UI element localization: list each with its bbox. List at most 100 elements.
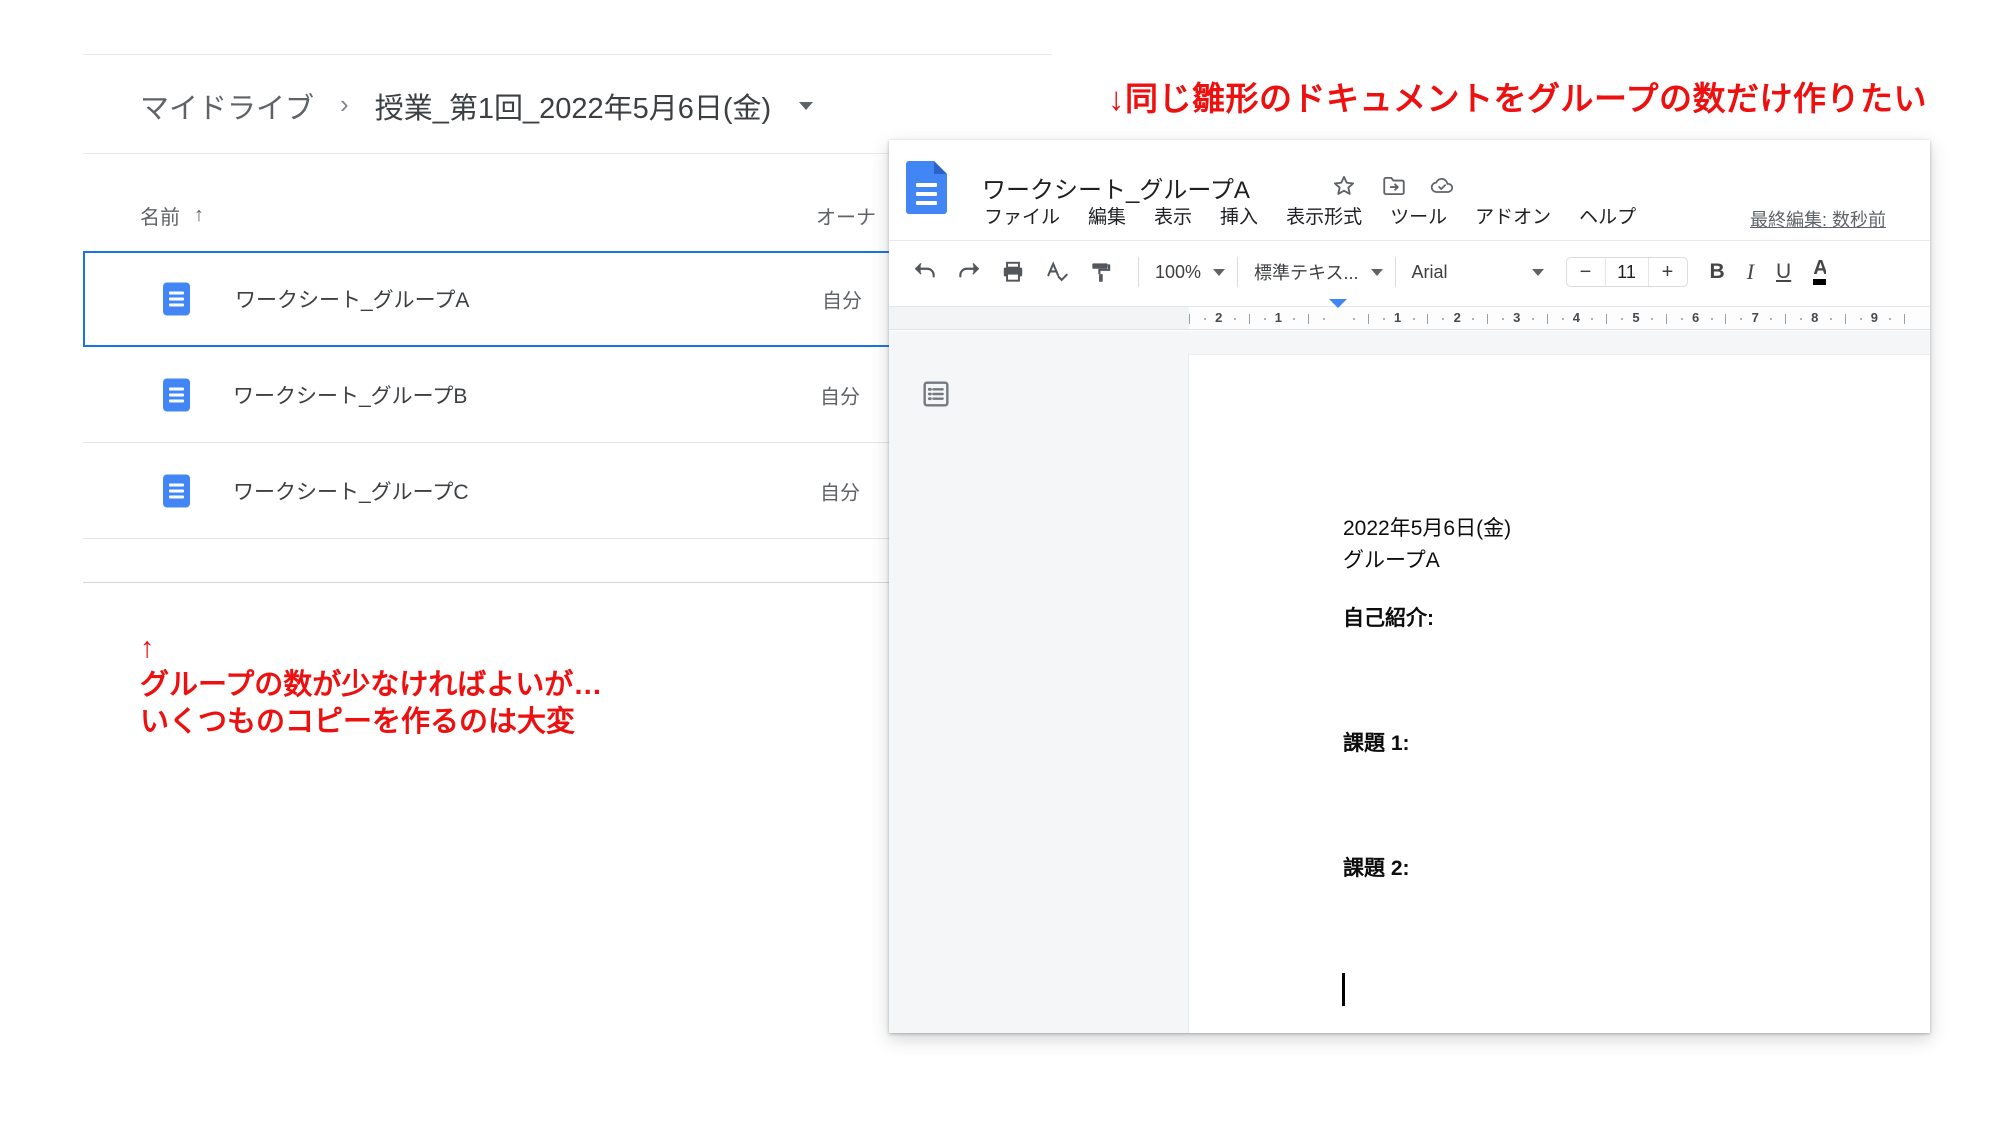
doc-text-task2: 課題 2: xyxy=(1343,852,1410,882)
document-page[interactable]: 2022年5月6日(金) グループA 自己紹介: 課題 1: 課題 2: xyxy=(1189,355,1930,1033)
ruler-tick xyxy=(1368,314,1369,324)
font-family-select[interactable]: Arial xyxy=(1412,262,1544,283)
print-icon[interactable] xyxy=(1000,259,1026,285)
ruler-tick xyxy=(1487,314,1488,324)
ruler-dot xyxy=(1889,318,1891,320)
file-name[interactable]: ワークシート_グループB xyxy=(233,380,467,410)
ruler-number: 9 xyxy=(1871,310,1878,325)
ruler-tick xyxy=(1904,314,1905,324)
ruler-number: 5 xyxy=(1632,310,1639,325)
indent-marker-icon[interactable] xyxy=(1329,308,1347,326)
file-owner: 自分 xyxy=(822,285,862,314)
menu-表示形式[interactable]: 表示形式 xyxy=(1286,202,1362,229)
menu-ヘルプ[interactable]: ヘルプ xyxy=(1579,202,1636,229)
file-name[interactable]: ワークシート_グループC xyxy=(233,476,469,506)
toolbar-divider xyxy=(1237,257,1238,287)
menu-ファイル[interactable]: ファイル xyxy=(984,202,1060,229)
menu-アドオン[interactable]: アドオン xyxy=(1475,202,1551,229)
breadcrumb-my-drive[interactable]: マイドライブ xyxy=(140,85,314,127)
document-title[interactable]: ワークシート_グループA xyxy=(982,170,1250,205)
spellcheck-icon[interactable] xyxy=(1044,259,1070,285)
document-area: 2022年5月6日(金) グループA 自己紹介: 課題 1: 課題 2: xyxy=(889,331,1930,1033)
text-color-button-clipped[interactable]: A xyxy=(1813,257,1826,287)
menu-表示[interactable]: 表示 xyxy=(1154,202,1192,229)
undo-icon[interactable] xyxy=(912,259,938,285)
menu-編集[interactable]: 編集 xyxy=(1088,202,1126,229)
ruler-dot xyxy=(1472,318,1474,320)
increase-font-size-button[interactable]: + xyxy=(1649,261,1687,284)
annotation-want-copies: ↓同じ雛形のドキュメントをグループの数だけ作りたい xyxy=(1108,72,1927,120)
paragraph-style-select[interactable]: 標準テキス... xyxy=(1254,259,1382,285)
ruler-margin-area xyxy=(889,307,1189,329)
paint-format-icon[interactable] xyxy=(1088,259,1114,285)
column-name-sort[interactable]: 名前 ↑ xyxy=(140,201,204,230)
ruler-number: 1 xyxy=(1394,310,1401,325)
menu-ツール[interactable]: ツール xyxy=(1390,202,1447,229)
ruler-tick xyxy=(1785,314,1786,324)
ruler-tick xyxy=(1189,314,1190,324)
ruler-number: 2 xyxy=(1454,310,1461,325)
toolbar-divider xyxy=(1138,257,1139,287)
ruler-tick xyxy=(1547,314,1548,324)
ruler-number: 2 xyxy=(1215,310,1222,325)
annotation-line-1: グループの数が少なければよいが… xyxy=(140,667,602,704)
ruler-number: 1 xyxy=(1275,310,1282,325)
document-outline-icon[interactable] xyxy=(920,378,952,410)
google-docs-file-icon xyxy=(163,378,190,411)
ruler-tick xyxy=(1308,314,1309,324)
font-value: Arial xyxy=(1412,262,1448,283)
chevron-down-icon xyxy=(1213,269,1225,276)
zoom-select[interactable]: 100% xyxy=(1155,262,1225,283)
ruler-tick xyxy=(1249,314,1250,324)
doc-text-task1: 課題 1: xyxy=(1343,727,1410,757)
breadcrumb: マイドライブ › 授業_第1回_2022年5月6日(金) xyxy=(140,85,813,127)
font-size-value[interactable]: 11 xyxy=(1605,258,1649,286)
ruler-dot xyxy=(1532,318,1534,320)
breadcrumb-current-folder[interactable]: 授業_第1回_2022年5月6日(金) xyxy=(375,85,771,127)
ruler-number: 8 xyxy=(1811,310,1818,325)
doc-text-date: 2022年5月6日(金) xyxy=(1343,512,1511,542)
last-edit-link[interactable]: 最終編集: 数秒前 xyxy=(1750,206,1886,232)
ruler-tick xyxy=(1606,314,1607,324)
italic-button[interactable]: I xyxy=(1747,259,1754,285)
ruler-tick xyxy=(1427,314,1428,324)
file-owner: 自分 xyxy=(820,380,860,409)
chevron-down-icon xyxy=(1532,269,1544,276)
ruler-dot xyxy=(1442,318,1444,320)
ruler-dot xyxy=(1770,318,1772,320)
file-owner: 自分 xyxy=(820,476,860,505)
ruler-dot xyxy=(1740,318,1742,320)
decrease-font-size-button[interactable]: − xyxy=(1567,261,1605,284)
google-docs-logo-icon[interactable] xyxy=(906,161,947,214)
cloud-saved-icon[interactable] xyxy=(1429,173,1455,199)
ruler-dot xyxy=(1234,318,1236,320)
ruler-dot xyxy=(1681,318,1683,320)
annotation-line-2: いくつものコピーを作るのは大変 xyxy=(140,704,602,741)
ruler-dot xyxy=(1413,318,1415,320)
ruler-dot xyxy=(1800,318,1802,320)
ruler-number: 3 xyxy=(1513,310,1520,325)
underline-button[interactable]: U xyxy=(1776,260,1791,284)
menu-挿入[interactable]: 挿入 xyxy=(1220,202,1258,229)
ruler-dot xyxy=(1591,318,1593,320)
move-to-folder-icon[interactable] xyxy=(1381,173,1407,199)
toolbar-divider xyxy=(1395,257,1396,287)
redo-icon[interactable] xyxy=(956,259,982,285)
docs-window: ワークシート_グループA ファイル 編集 表示 挿入 表示形式 ツール アドオン ヘルプ 最終… xyxy=(889,140,1930,1033)
chevron-down-icon xyxy=(1371,269,1383,276)
font-size-stepper: − 11 + xyxy=(1566,257,1688,287)
ruler-number: 7 xyxy=(1752,310,1759,325)
star-icon[interactable] xyxy=(1331,173,1357,199)
bold-button[interactable]: B xyxy=(1710,260,1725,284)
ruler-dot xyxy=(1383,318,1385,320)
ruler-dot xyxy=(1323,318,1325,320)
ruler-tick xyxy=(1666,314,1667,324)
doc-text-intro: 自己紹介: xyxy=(1343,602,1434,632)
folder-actions-caret-icon[interactable] xyxy=(799,102,813,110)
ruler-dot xyxy=(1830,318,1832,320)
zoom-value: 100% xyxy=(1155,262,1201,283)
style-value: 標準テキス... xyxy=(1254,259,1358,285)
docs-toolbar: 100% 標準テキス... Arial − 11 + B I U xyxy=(889,241,1930,303)
annotation-up-arrow: ↑ xyxy=(140,630,602,667)
file-name[interactable]: ワークシート_グループA xyxy=(235,284,469,314)
